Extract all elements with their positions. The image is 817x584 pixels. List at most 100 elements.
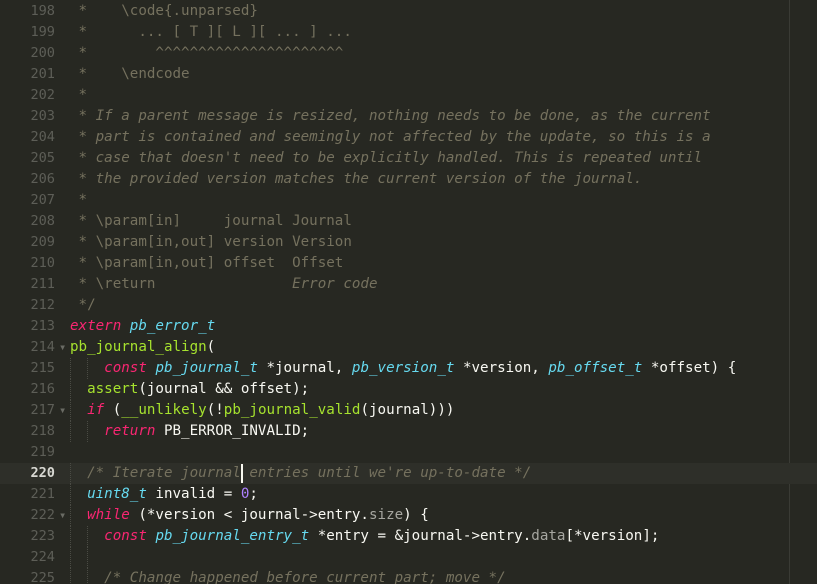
- code-text: extern pb_error_t: [70, 316, 215, 337]
- code-token: pb_journal_t: [155, 360, 258, 376]
- code-token: (!: [206, 402, 224, 418]
- code-text: * If a parent message is resized, nothin…: [70, 106, 711, 127]
- line-number: 200: [30, 45, 55, 61]
- code-line[interactable]: 221 uint8_t invalid = 0;: [0, 484, 817, 505]
- code-editor[interactable]: 198 * \code{.unparsed} 199 * ... [ T ][ L…: [0, 0, 817, 584]
- code-token: PB_ERROR_INVALID;: [155, 423, 310, 439]
- code-line[interactable]: 213 extern pb_error_t: [0, 316, 817, 337]
- text-cursor: [241, 464, 243, 483]
- code-token: pb_version_t: [351, 360, 455, 376]
- code-token: if: [87, 402, 105, 418]
- code-token: const: [104, 528, 147, 544]
- code-text: while (*version < journal->entry.size) {: [70, 505, 429, 526]
- indent-guide: [70, 358, 72, 379]
- code-text: * \param[in,out] offset Offset: [70, 253, 344, 274]
- code-line[interactable]: 218 return PB_ERROR_INVALID;: [0, 421, 817, 442]
- line-number: 210: [30, 255, 55, 271]
- code-line[interactable]: 214 ▾ pb_journal_align(: [0, 337, 817, 358]
- fold-toggle-icon[interactable]: ▾: [59, 505, 66, 526]
- code-token: *: [70, 192, 88, 208]
- code-line[interactable]: 216 assert(journal && offset);: [0, 379, 817, 400]
- code-text: pb_journal_align(: [70, 337, 215, 358]
- code-line[interactable]: 223 const pb_journal_entry_t *entry = &j…: [0, 526, 817, 547]
- line-number: 202: [30, 87, 55, 103]
- fold-toggle-icon[interactable]: ▾: [59, 400, 66, 421]
- code-line[interactable]: 224: [0, 547, 817, 568]
- code-token: Error code: [292, 276, 378, 292]
- code-line[interactable]: 211 * \return Error code: [0, 274, 817, 295]
- code-token: pb_journal_valid: [223, 402, 361, 418]
- line-number: 215: [30, 360, 55, 376]
- code-text: * case that doesn't need to be explicitl…: [70, 148, 703, 169]
- indent-guide: [70, 421, 72, 442]
- fold-toggle-icon[interactable]: ▾: [59, 337, 66, 358]
- line-number: 203: [30, 108, 55, 124]
- line-number: 223: [30, 528, 55, 544]
- line-number: 208: [30, 213, 55, 229]
- code-line[interactable]: 208 * \param[in] journal Journal: [0, 211, 817, 232]
- code-line[interactable]: 206 * the provided version matches the c…: [0, 169, 817, 190]
- code-text: * part is contained and seemingly not af…: [70, 127, 711, 148]
- line-number: 214: [30, 339, 55, 355]
- line-number: 204: [30, 129, 55, 145]
- code-line[interactable]: 199 * ... [ T ][ L ][ ... ] ...: [0, 22, 817, 43]
- code-line[interactable]: 203 * If a parent message is resized, no…: [0, 106, 817, 127]
- code-token: *: [70, 150, 96, 166]
- code-token: /* Change happened before current part; …: [104, 570, 506, 584]
- code-line[interactable]: 198 * \code{.unparsed}: [0, 1, 817, 22]
- code-token: pb_journal_align: [70, 339, 207, 355]
- code-token: extern: [70, 318, 122, 334]
- code-line[interactable]: 210 * \param[in,out] offset Offset: [0, 253, 817, 274]
- code-token: (: [104, 402, 122, 418]
- code-token: *: [70, 129, 96, 145]
- code-token: __unlikely: [121, 402, 207, 418]
- code-token: If a parent message is resized, nothing …: [95, 108, 711, 124]
- code-text: * \return Error code: [70, 274, 378, 295]
- line-number: 216: [30, 381, 55, 397]
- code-line[interactable]: 215 const pb_journal_t *journal, pb_vers…: [0, 358, 817, 379]
- code-text: const pb_journal_t *journal, pb_version_…: [70, 358, 736, 379]
- code-line[interactable]: 225 /* Change happened before current pa…: [0, 568, 817, 584]
- line-number: 217: [30, 402, 55, 418]
- code-token: * \code{.unparsed}: [70, 3, 258, 19]
- code-token: const: [104, 360, 147, 376]
- code-token: * ... [ T ][ L ][ ... ] ...: [70, 24, 352, 40]
- line-number: 225: [30, 570, 55, 584]
- code-line[interactable]: 209 * \param[in,out] version Version: [0, 232, 817, 253]
- code-token: ) {: [403, 507, 429, 523]
- code-line[interactable]: 204 * part is contained and seemingly no…: [0, 127, 817, 148]
- code-line[interactable]: 205 * case that doesn't need to be expli…: [0, 148, 817, 169]
- line-number: 206: [30, 171, 55, 187]
- code-line[interactable]: 201 * \endcode: [0, 64, 817, 85]
- code-line[interactable]: 202 *: [0, 85, 817, 106]
- code-line[interactable]: 207 *: [0, 190, 817, 211]
- line-number: 221: [30, 486, 55, 502]
- code-token: */: [70, 297, 96, 313]
- line-number: 198: [30, 3, 55, 19]
- code-token: * \param[in,out] offset Offset: [70, 255, 344, 271]
- code-token: [*version];: [565, 528, 660, 544]
- code-line[interactable]: 200 * ^^^^^^^^^^^^^^^^^^^^^^: [0, 43, 817, 64]
- code-token: invalid =: [146, 486, 241, 502]
- code-line[interactable]: 219: [0, 442, 817, 463]
- code-line[interactable]: 220 /* Iterate journal entries until we'…: [0, 463, 817, 484]
- code-token: *entry = &journal->entry.: [309, 528, 532, 544]
- line-number: 211: [30, 276, 55, 292]
- indent-guide: [70, 505, 72, 526]
- code-token: * \param[in,out] version Version: [70, 234, 352, 250]
- code-text: assert(journal && offset);: [70, 379, 309, 400]
- code-token: (journal && offset);: [138, 381, 310, 397]
- code-line[interactable]: 222 ▾ while (*version < journal->entry.si…: [0, 505, 817, 526]
- code-line[interactable]: 217 ▾ if (__unlikely(!pb_journal_valid(jo…: [0, 400, 817, 421]
- code-line[interactable]: 212 */: [0, 295, 817, 316]
- code-text: /* Iterate journal entries until we're u…: [70, 463, 531, 484]
- code-token: while: [87, 507, 130, 523]
- code-text: const pb_journal_entry_t *entry = &journ…: [70, 526, 659, 547]
- code-token: *: [70, 108, 96, 124]
- code-text: *: [70, 85, 88, 106]
- code-token: pb_error_t: [129, 318, 216, 334]
